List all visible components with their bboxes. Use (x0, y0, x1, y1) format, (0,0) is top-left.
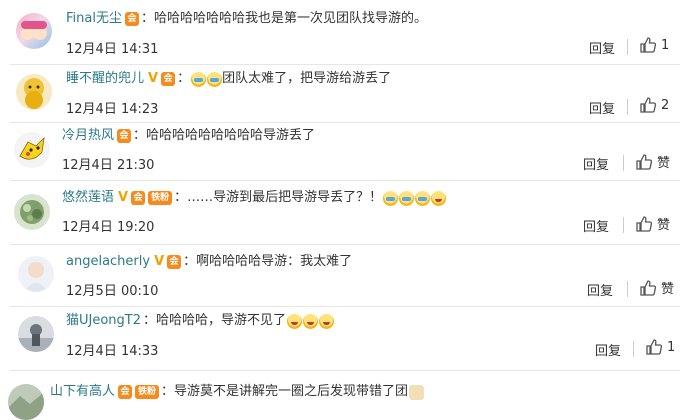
vip-badge-icon: 会 (131, 191, 146, 205)
reply-button[interactable]: 回复 (587, 280, 613, 299)
like-label: 赞 (661, 282, 675, 297)
divider (10, 64, 680, 65)
reply-button[interactable]: 回复 (589, 98, 615, 117)
vip-badge-icon: 会 (167, 255, 182, 269)
divider (10, 370, 680, 371)
like-count: 1 (667, 339, 676, 355)
verified-v-icon: V (148, 71, 159, 86)
comment-text: 哈哈哈哈哈哈哈哈哈导游丢了 (146, 128, 316, 143)
thumbs-up-icon (640, 279, 657, 296)
crying-emoji-icon (191, 71, 207, 87)
timestamp: 12月4日 14:23 (66, 102, 159, 117)
laughing-emoji-icon (303, 313, 319, 329)
username[interactable]: 猫UJeongT2 (66, 312, 141, 330)
vip-badge-icon: 会 (118, 385, 133, 399)
like-button[interactable]: 1 (645, 338, 675, 356)
like-button[interactable]: 赞 (635, 152, 670, 171)
avatar[interactable] (14, 194, 50, 230)
username[interactable]: 冷月热风 (62, 127, 114, 145)
like-count: 1 (661, 37, 670, 53)
timestamp: 12月4日 14:31 (66, 42, 159, 57)
vip-badge-icon: 会 (124, 12, 139, 26)
avatar[interactable] (14, 132, 50, 168)
reply-button[interactable]: 回复 (583, 216, 609, 235)
username[interactable]: 山下有高人 (50, 383, 115, 401)
username[interactable]: Final无尘 (66, 10, 122, 28)
like-button[interactable]: 2 (639, 96, 669, 114)
thumbs-up-icon (636, 215, 653, 232)
divider (10, 244, 680, 245)
laughing-emoji-icon (431, 190, 447, 206)
username[interactable]: 睡不醒的兜儿 (66, 70, 144, 88)
thumbs-up-icon (646, 339, 663, 355)
divider (10, 122, 680, 123)
crying-emoji-icon (399, 190, 415, 206)
verified-v-icon: V (154, 254, 165, 269)
comment-text: 团队太难了，把导游给游丢了 (222, 71, 392, 86)
comment-text: 哈哈哈哈哈哈哈我也是第一次见团队找导游的。 (153, 11, 427, 26)
vip-badge-icon: 会 (161, 72, 176, 86)
timestamp: 12月4日 19:20 (62, 220, 155, 235)
crying-emoji-icon (415, 190, 431, 206)
avatar[interactable] (16, 74, 52, 110)
avatar[interactable] (18, 316, 54, 352)
doge-emoji-icon (409, 384, 425, 400)
comment-text: ……导游到最后把导游导丢了？！ (187, 190, 383, 205)
vip-badge-icon: 会 (117, 129, 132, 143)
fan-badge: 铁粉 (135, 385, 160, 399)
thumbs-up-icon (640, 97, 657, 113)
divider (10, 180, 680, 181)
like-count: 2 (661, 97, 670, 113)
username[interactable]: 悠然莲语 (62, 189, 114, 207)
thumbs-up-icon (640, 37, 657, 53)
comment-text: 导游莫不是讲解完一圈之后发现带错了团 (174, 384, 409, 399)
like-button[interactable]: 赞 (635, 214, 670, 233)
thumbs-up-icon (636, 153, 653, 170)
crying-emoji-icon (207, 71, 223, 87)
timestamp: 12月4日 21:30 (62, 158, 155, 173)
avatar[interactable] (8, 384, 44, 420)
comment-text: 哈哈哈哈，导游不见了 (156, 313, 287, 328)
laughing-emoji-icon (287, 313, 303, 329)
username[interactable]: angelacherly (66, 253, 150, 271)
crying-emoji-icon (383, 190, 399, 206)
like-label: 赞 (657, 218, 671, 233)
laughing-emoji-icon (319, 313, 335, 329)
fan-badge: 铁粉 (148, 191, 173, 205)
reply-button[interactable]: 回复 (583, 154, 609, 173)
verified-v-icon: V (118, 190, 129, 205)
comment-text: 啊哈哈哈哈导游：我太难了 (196, 254, 353, 269)
avatar[interactable] (18, 256, 54, 292)
like-button[interactable]: 1 (639, 36, 669, 54)
like-button[interactable]: 赞 (639, 278, 674, 297)
reply-button[interactable]: 回复 (589, 38, 615, 57)
like-label: 赞 (657, 156, 671, 171)
timestamp: 12月4日 14:33 (66, 344, 159, 359)
avatar[interactable] (16, 13, 52, 49)
divider (10, 306, 680, 307)
timestamp: 12月5日 00:10 (66, 284, 159, 299)
reply-button[interactable]: 回复 (595, 340, 621, 359)
